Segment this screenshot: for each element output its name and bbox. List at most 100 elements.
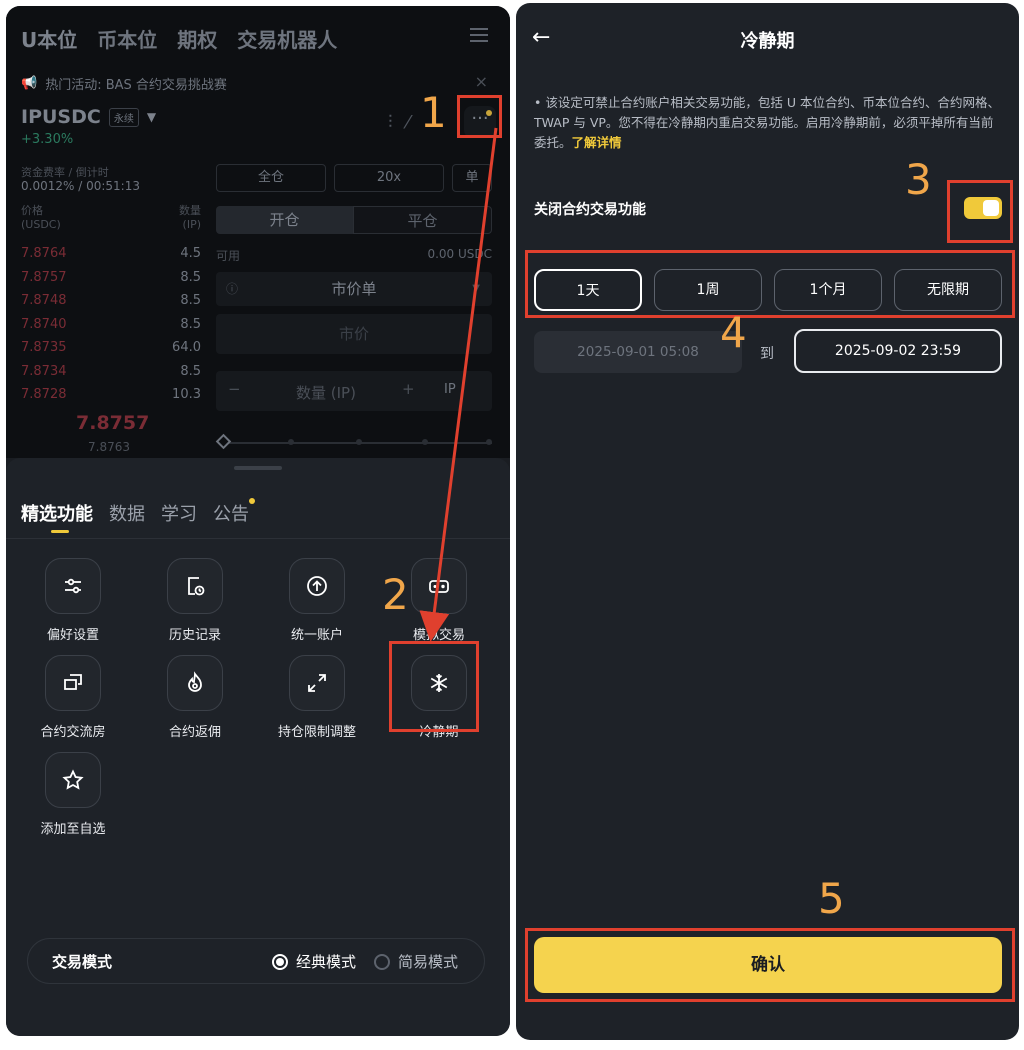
feature-history[interactable]: 历史记录 bbox=[135, 558, 255, 643]
edit-icon[interactable]: ⁄ bbox=[407, 112, 410, 133]
tab-data[interactable]: 数据 bbox=[109, 500, 145, 526]
start-date-field: 2025-09-01 05:08 bbox=[534, 331, 742, 373]
qty-header: 数量 (IP) bbox=[179, 204, 201, 231]
quantity-slider[interactable] bbox=[215, 433, 492, 450]
orderbook-header: 价格 (USDC) 数量 (IP) bbox=[21, 202, 201, 231]
mode-simple-radio[interactable]: 简易模式 bbox=[374, 951, 458, 972]
highlight-box-periods bbox=[525, 250, 1015, 318]
info-icon[interactable]: ⓘ bbox=[226, 272, 238, 306]
divider bbox=[6, 538, 510, 539]
chevron-down-icon: ▼ bbox=[472, 283, 480, 294]
tab-announcements[interactable]: 公告 bbox=[213, 498, 255, 526]
highlight-box-cooling-off bbox=[389, 641, 479, 732]
symbol-name: IPUSDC bbox=[21, 106, 101, 128]
step-number-3: 3 bbox=[905, 155, 932, 204]
tab-close[interactable]: 平仓 bbox=[353, 206, 492, 234]
orderbook-row[interactable]: 7.8748 8.5 bbox=[21, 293, 201, 308]
upload-circle-icon bbox=[289, 558, 345, 614]
orderbook-row[interactable]: 7.8764 4.5 bbox=[21, 246, 201, 261]
available-balance: 可用 0.00 USDC bbox=[216, 247, 492, 263]
page-title: 冷静期 bbox=[740, 31, 795, 52]
promo-banner[interactable]: 📢 热门活动: BAS 合约交易挑战赛 bbox=[21, 74, 227, 93]
plus-icon[interactable]: + bbox=[402, 380, 415, 398]
last-price: 7.8757 bbox=[76, 412, 150, 434]
close-icon[interactable]: × bbox=[475, 72, 488, 91]
feature-futures-rebate[interactable]: 合约返佣 bbox=[135, 655, 255, 740]
sheet-drag-handle[interactable] bbox=[234, 466, 282, 470]
minus-icon[interactable]: − bbox=[228, 380, 241, 398]
trading-mode-label: 交易模式 bbox=[52, 953, 113, 971]
tab-trading-bots[interactable]: 交易机器人 bbox=[237, 24, 337, 53]
market-price-field[interactable]: 市价 bbox=[216, 314, 492, 354]
chat-rooms-icon bbox=[45, 655, 101, 711]
end-date-field[interactable]: 2025-09-02 23:59 bbox=[794, 329, 1002, 373]
leverage-button[interactable]: 20x bbox=[334, 164, 444, 192]
margin-mode-button[interactable]: 全仓 bbox=[216, 164, 326, 192]
tab-learn[interactable]: 学习 bbox=[161, 500, 197, 526]
slider-tick bbox=[422, 439, 428, 445]
tab-options[interactable]: 期权 bbox=[177, 24, 217, 53]
price-header: 价格 bbox=[21, 204, 43, 217]
tab-coin-margined[interactable]: 币本位 bbox=[97, 24, 157, 53]
cooling-off-description: • 该设定可禁止合约账户相关交易功能，包括 U 本位合约、币本位合约、合约网格、… bbox=[534, 95, 1000, 150]
price-change: +3.30% bbox=[21, 132, 74, 147]
step-number-5: 5 bbox=[818, 874, 845, 923]
orderbook-row[interactable]: 7.8735 64.0 bbox=[21, 340, 201, 355]
disable-futures-label: 关闭合约交易功能 bbox=[534, 202, 646, 218]
flame-icon bbox=[167, 655, 223, 711]
hamburger-menu-icon[interactable] bbox=[470, 28, 488, 42]
highlight-box-toggle bbox=[947, 180, 1013, 243]
megaphone-icon: 📢 bbox=[21, 76, 38, 91]
orderbook-row[interactable]: 7.8728 10.3 bbox=[21, 387, 201, 402]
slider-tick bbox=[356, 439, 362, 445]
to-label: 到 bbox=[760, 346, 774, 362]
perpetual-tag: 永续 bbox=[108, 107, 139, 127]
market-type-tabs: U本位 币本位 期权 交易机器人 bbox=[21, 24, 337, 53]
price-unit: (USDC) bbox=[21, 218, 61, 231]
right-phone-screen: ← 冷静期 • 该设定可禁止合约账户相关交易功能，包括 U 本位合约、币本位合约… bbox=[516, 3, 1019, 1040]
screenshot-root: U本位 币本位 期权 交易机器人 📢 热门活动: BAS 合约交易挑战赛 × I… bbox=[0, 0, 1024, 1050]
tab-open[interactable]: 开仓 bbox=[216, 206, 353, 234]
caret-down-icon: ▼ bbox=[146, 110, 157, 124]
slider-tick bbox=[288, 439, 294, 445]
promo-text: 热门活动: BAS 合约交易挑战赛 bbox=[45, 78, 227, 93]
orderbook-row[interactable]: 7.8734 8.5 bbox=[21, 364, 201, 379]
feature-preferences[interactable]: 偏好设置 bbox=[13, 558, 133, 643]
gamepad-icon bbox=[411, 558, 467, 614]
quantity-field[interactable]: − 数量 (IP) + IP bbox=[216, 371, 492, 411]
history-icon bbox=[167, 558, 223, 614]
trading-mode-bar: 交易模式 经典模式 简易模式 bbox=[27, 938, 485, 984]
feature-unified-account[interactable]: 统一账户 bbox=[257, 558, 377, 643]
sliders-icon bbox=[45, 558, 101, 614]
slider-tick bbox=[486, 439, 492, 445]
radio-unselected-icon bbox=[374, 953, 390, 970]
highlight-box-confirm bbox=[525, 928, 1015, 1002]
toolbar-icons: ⫶ ⁄ bbox=[388, 112, 410, 133]
feature-futures-chat[interactable]: 合约交流房 bbox=[13, 655, 133, 740]
orderbook-row[interactable]: 7.8757 8.5 bbox=[21, 270, 201, 285]
orderbook-row[interactable]: 7.8740 8.5 bbox=[21, 317, 201, 332]
order-type-select[interactable]: ⓘ 市价单 ▼ bbox=[216, 272, 492, 306]
star-icon bbox=[45, 752, 101, 808]
step-number-2: 2 bbox=[382, 570, 409, 619]
position-mode-button[interactable]: 单 bbox=[452, 164, 492, 192]
feature-position-limit[interactable]: 持仓限制调整 bbox=[257, 655, 377, 740]
sheet-tabs: 精选功能 数据 学习 公告 bbox=[21, 498, 255, 533]
bullet: • bbox=[534, 95, 546, 110]
step-number-4: 4 bbox=[720, 308, 747, 357]
mode-classic-radio[interactable]: 经典模式 bbox=[272, 951, 356, 972]
mark-price: 7.8763 bbox=[88, 440, 130, 454]
radio-selected-icon bbox=[272, 953, 288, 970]
symbol-selector[interactable]: IPUSDC 永续 ▼ bbox=[21, 106, 156, 128]
funding-label: 资金费率 / 倒计时 bbox=[21, 166, 109, 179]
expand-arrows-icon bbox=[289, 655, 345, 711]
highlight-box-more bbox=[457, 95, 502, 138]
tab-featured[interactable]: 精选功能 bbox=[21, 500, 93, 533]
funding-value: 0.0012% / 00:51:13 bbox=[21, 179, 140, 193]
feature-add-watchlist[interactable]: 添加至自选 bbox=[13, 752, 133, 837]
tab-usdt-margined[interactable]: U本位 bbox=[21, 24, 77, 53]
open-close-toggle: 开仓 平仓 bbox=[216, 206, 492, 234]
learn-more-link[interactable]: 了解详情 bbox=[572, 135, 622, 150]
candlestick-icon[interactable]: ⫶ bbox=[388, 112, 393, 133]
left-phone-screen: U本位 币本位 期权 交易机器人 📢 热门活动: BAS 合约交易挑战赛 × I… bbox=[6, 6, 510, 1036]
